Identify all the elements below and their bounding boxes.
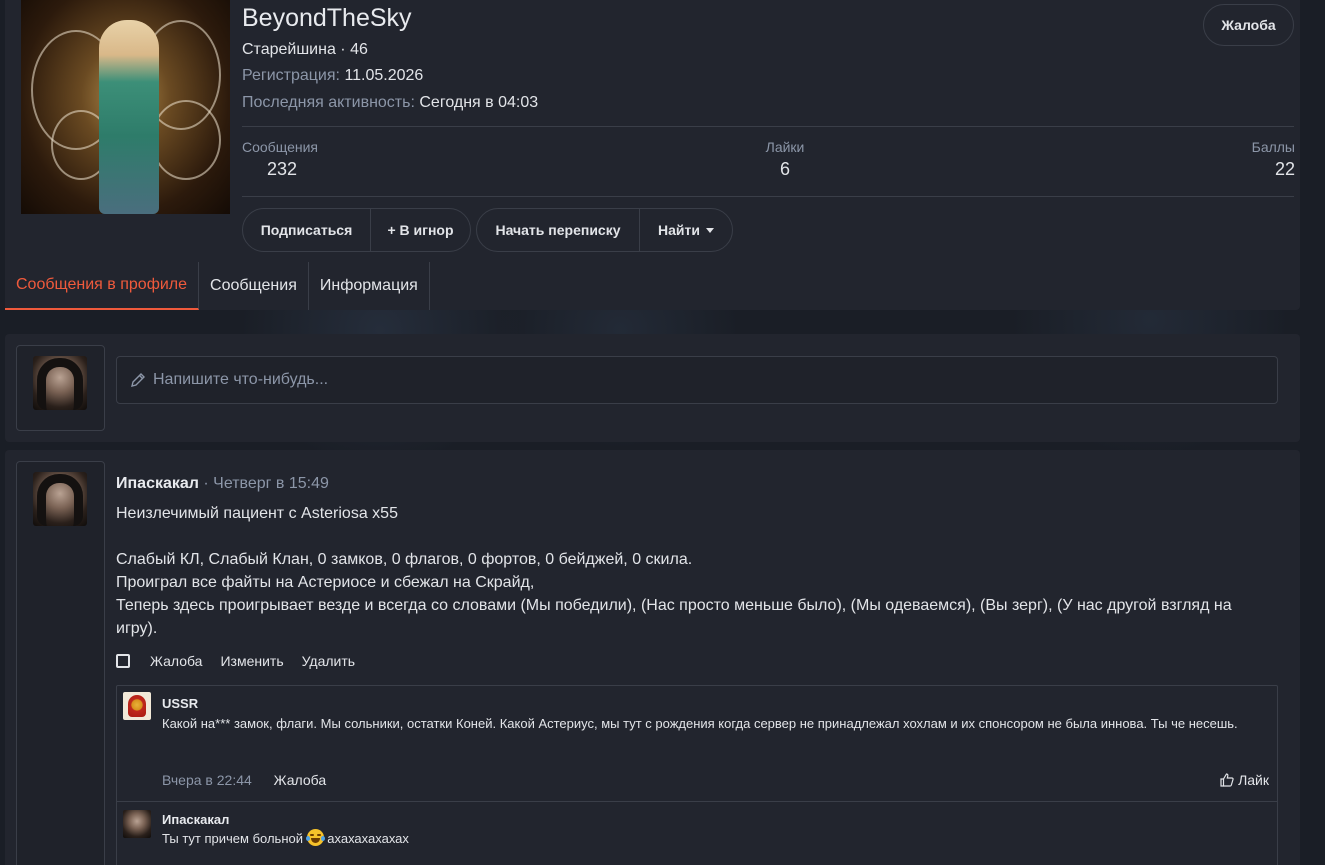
registration-value: 11.05.2026 [344,67,424,84]
composer-input[interactable]: Напишите что-нибудь... [116,356,1278,404]
profile-avatar[interactable] [21,0,230,214]
tab-information[interactable]: Информация [309,262,430,310]
follow-button-group: Подписаться + В игнор [242,208,471,252]
tab-messages[interactable]: Сообщения [199,262,309,310]
post-select-checkbox[interactable] [116,654,130,668]
comment-reply: Ипаскакал Ты тут причем больной ахахахах… [117,801,1277,865]
comment-time[interactable]: Вчера в 22:44 [162,772,252,788]
stat-points-label: Баллы [1251,139,1295,155]
stat-points-value: 22 [1274,159,1295,179]
pencil-icon [131,373,145,387]
thumbs-up-icon [1220,773,1234,787]
profile-post: Ипаскакал · Четверг в 15:49 Неизлечимый … [5,450,1300,865]
post-author-avatar[interactable] [33,472,87,526]
stat-likes-value: 6 [779,159,790,179]
comment-author[interactable]: USSR [162,696,198,711]
stat-likes[interactable]: Лайки 6 [760,139,810,180]
comment-report-link[interactable]: Жалоба [274,772,326,788]
profile-post-composer: Напишите что-нибудь... [5,334,1300,442]
tab-profile-posts[interactable]: Сообщения в профиле [5,262,200,310]
comment-meta: Вчера в 22:44 Жалоба [162,772,326,788]
last-activity-value: Сегодня в 04:03 [419,94,539,111]
last-activity-label: Последняя активность: [242,94,415,111]
reply-text-start: Ты тут причем больной [162,831,303,846]
subscribe-button[interactable]: Подписаться [243,209,370,251]
post-report-link[interactable]: Жалоба [150,653,202,669]
composer-placeholder: Напишите что-нибудь... [153,371,329,388]
post-delete-link[interactable]: Удалить [302,653,355,669]
post-line-3: Проиграл все файты на Астериосе и сбежал… [116,574,535,591]
post-time[interactable]: Четверг в 15:49 [213,475,329,492]
laughing-emoji-icon [305,829,325,846]
comment-like-label: Лайк [1238,772,1269,788]
post-separator: · [203,475,209,492]
stat-messages-value: 232 [267,159,298,179]
profile-report-button[interactable]: Жалоба [1203,4,1294,46]
post-line-2: Слабый КЛ, Слабый Клан, 0 замков, 0 флаг… [116,551,693,568]
post-comments: USSR Какой на*** замок, флаги. Мы сольни… [116,685,1278,865]
composer-avatar-frame [16,345,105,431]
post-avatar-frame [16,461,105,865]
current-user-avatar[interactable] [33,356,87,410]
post-line-4: Теперь здесь проигрывает везде и всегда … [116,597,1232,637]
profile-username: BeyondTheSky [242,4,412,32]
profile-divider-bottom [242,196,1294,197]
post-edit-link[interactable]: Изменить [220,653,283,669]
comment-author-avatar[interactable] [123,692,151,720]
post-actions: Жалоба Изменить Удалить [116,653,373,669]
profile-last-activity: Последняя активность: Сегодня в 04:03 [242,94,538,112]
reply-author-avatar[interactable] [123,810,151,838]
caret-down-icon [705,227,714,233]
ignore-button[interactable]: + В игнор [370,209,470,251]
reply-author[interactable]: Ипаскакал [162,812,229,827]
post-line-1: Неизлечимый пациент с Asteriosa x55 [116,505,398,522]
start-conversation-button[interactable]: Начать переписку [477,209,639,251]
profile-divider-top [242,126,1294,127]
reply-text-end: ахахахахахах [327,831,409,846]
comment-like-button[interactable]: Лайк [1219,772,1269,788]
stat-points[interactable]: Баллы 22 [1243,139,1295,180]
reply-text: Ты тут причем больной ахахахахахах [162,829,409,849]
find-label: Найти [658,222,700,238]
stat-messages-label: Сообщения [242,139,318,155]
profile-tabs: Сообщения в профиле Сообщения Информация [5,262,430,310]
registration-label: Регистрация: [242,67,340,84]
stat-messages[interactable]: Сообщения 232 [242,139,318,180]
profile-registration: Регистрация: 11.05.2026 [242,67,423,85]
stat-likes-label: Лайки [765,139,805,155]
post-header: Ипаскакал · Четверг в 15:49 [116,475,329,493]
contact-button-group: Начать переписку Найти [476,208,733,252]
find-dropdown-button[interactable]: Найти [639,209,732,251]
comment-text: Какой на*** замок, флаги. Мы сольники, о… [162,716,1238,731]
post-author[interactable]: Ипаскакал [116,475,199,492]
profile-user-title: Старейшина · 46 [242,41,368,58]
